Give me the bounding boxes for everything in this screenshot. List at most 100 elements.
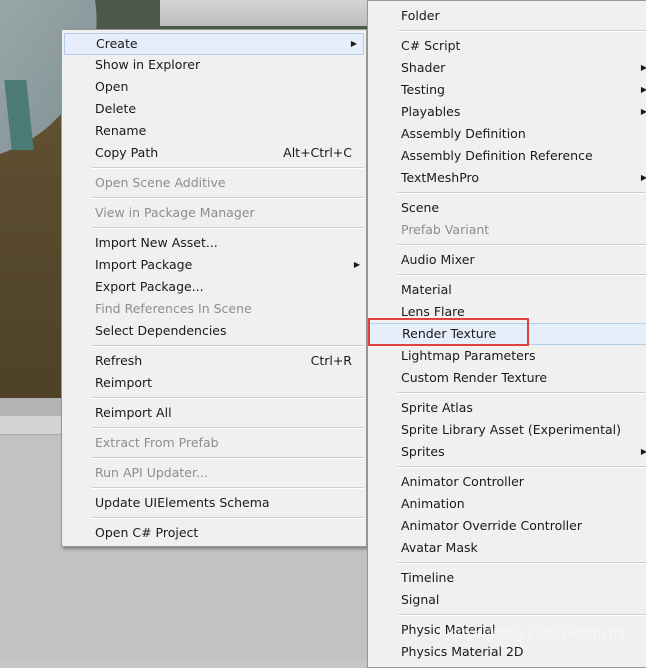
submenu-item-folder[interactable]: Folder xyxy=(368,5,646,27)
menu-separator xyxy=(92,167,364,169)
submenu-item-prefab-variant: Prefab Variant xyxy=(368,219,646,241)
menu-item-label: Import New Asset... xyxy=(95,235,218,250)
menu-separator xyxy=(398,192,646,194)
submenu-item-csharp-script[interactable]: C# Script xyxy=(368,35,646,57)
menu-item-label: Shader xyxy=(401,60,446,75)
menu-item-reimport-all[interactable]: Reimport All xyxy=(62,402,366,424)
submenu-arrow-icon: ▶ xyxy=(640,107,646,116)
menu-item-label: Reimport All xyxy=(95,405,172,420)
menu-item-label: Delete xyxy=(95,101,137,116)
menu-item-delete[interactable]: Delete xyxy=(62,98,366,120)
submenu-item-scene[interactable]: Scene xyxy=(368,197,646,219)
menu-item-label: Sprite Atlas xyxy=(401,400,473,415)
menu-item-label: Rename xyxy=(95,123,147,138)
menu-item-label: Folder xyxy=(401,8,440,23)
menu-item-label: Select Dependencies xyxy=(95,323,227,338)
menu-item-open[interactable]: Open xyxy=(62,76,366,98)
menu-item-label: Import Package xyxy=(95,257,193,272)
menu-separator xyxy=(92,457,364,459)
menu-item-export-package[interactable]: Export Package... xyxy=(62,276,366,298)
menu-item-label: Open xyxy=(95,79,129,94)
menu-item-view-in-package-manager: View in Package Manager xyxy=(62,202,366,224)
menu-item-open-csharp-project[interactable]: Open C# Project xyxy=(62,522,366,544)
menu-item-find-references-in-scene: Find References In Scene xyxy=(62,298,366,320)
menu-item-import-new-asset[interactable]: Import New Asset... xyxy=(62,232,366,254)
submenu-item-sprite-atlas[interactable]: Sprite Atlas xyxy=(368,397,646,419)
menu-separator xyxy=(398,614,646,616)
submenu-item-animator-override-controller[interactable]: Animator Override Controller xyxy=(368,515,646,537)
menu-item-label: Lens Flare xyxy=(401,304,465,319)
menu-item-label: Sprites xyxy=(401,444,445,459)
submenu-item-textmeshpro[interactable]: TextMeshPro ▶ xyxy=(368,167,646,189)
menu-separator xyxy=(398,274,646,276)
menu-separator xyxy=(92,517,364,519)
context-menu: Create ▶ Show in Explorer Open Delete Ren… xyxy=(61,29,367,547)
menu-separator xyxy=(92,427,364,429)
submenu-item-assembly-definition-reference[interactable]: Assembly Definition Reference xyxy=(368,145,646,167)
menu-item-label: Animator Override Controller xyxy=(401,518,582,533)
menu-item-show-in-explorer[interactable]: Show in Explorer xyxy=(62,54,366,76)
menu-item-run-api-updater: Run API Updater... xyxy=(62,462,366,484)
submenu-item-audio-mixer[interactable]: Audio Mixer xyxy=(368,249,646,271)
menu-item-label: Timeline xyxy=(401,570,455,585)
menu-item-label: Reimport xyxy=(95,375,153,390)
submenu-item-assembly-definition[interactable]: Assembly Definition xyxy=(368,123,646,145)
menu-item-label: Extract From Prefab xyxy=(95,435,219,450)
menu-item-reimport[interactable]: Reimport xyxy=(62,372,366,394)
submenu-item-sprite-library-asset[interactable]: Sprite Library Asset (Experimental) xyxy=(368,419,646,441)
menu-separator xyxy=(92,487,364,489)
submenu-item-timeline[interactable]: Timeline xyxy=(368,567,646,589)
submenu-item-animator-controller[interactable]: Animator Controller xyxy=(368,471,646,493)
menu-item-label: Assembly Definition xyxy=(401,126,526,141)
menu-separator xyxy=(398,392,646,394)
submenu-arrow-icon: ▶ xyxy=(353,260,360,269)
annotation-highlight-box xyxy=(368,318,529,346)
menu-item-label: Playables xyxy=(401,104,461,119)
menu-item-label: Material xyxy=(401,282,452,297)
submenu-item-animation[interactable]: Animation xyxy=(368,493,646,515)
menu-item-label: Open C# Project xyxy=(95,525,199,540)
submenu-arrow-icon: ▶ xyxy=(640,63,646,72)
menu-item-label: Assembly Definition Reference xyxy=(401,148,593,163)
submenu-item-material[interactable]: Material xyxy=(368,279,646,301)
menu-item-label: Open Scene Additive xyxy=(95,175,226,190)
menu-item-import-package[interactable]: Import Package ▶ xyxy=(62,254,366,276)
menu-separator xyxy=(92,397,364,399)
menu-item-label: Animator Controller xyxy=(401,474,524,489)
menu-separator xyxy=(92,345,364,347)
menu-separator xyxy=(398,30,646,32)
submenu-arrow-icon: ▶ xyxy=(640,85,646,94)
menu-separator xyxy=(398,466,646,468)
menu-item-label: View in Package Manager xyxy=(95,205,255,220)
submenu-item-shader[interactable]: Shader ▶ xyxy=(368,57,646,79)
menu-item-label: Export Package... xyxy=(95,279,204,294)
menu-item-rename[interactable]: Rename xyxy=(62,120,366,142)
menu-item-label: Show in Explorer xyxy=(95,57,201,72)
submenu-item-physics-material-2d[interactable]: Physics Material 2D xyxy=(368,641,646,663)
menu-item-label: Copy Path xyxy=(95,145,159,160)
menu-item-label: Sprite Library Asset (Experimental) xyxy=(401,422,621,437)
menu-item-copy-path[interactable]: Copy Path Alt+Ctrl+C xyxy=(62,142,366,164)
submenu-item-custom-render-texture[interactable]: Custom Render Texture xyxy=(368,367,646,389)
submenu-item-lightmap-parameters[interactable]: Lightmap Parameters xyxy=(368,345,646,367)
menu-item-label: Find References In Scene xyxy=(95,301,252,316)
menu-item-create[interactable]: Create ▶ xyxy=(64,33,364,55)
menu-separator xyxy=(92,197,364,199)
menu-item-update-uielements-schema[interactable]: Update UIElements Schema xyxy=(62,492,366,514)
menu-item-label: Audio Mixer xyxy=(401,252,475,267)
menu-item-label: Refresh xyxy=(95,353,143,368)
submenu-item-playables[interactable]: Playables ▶ xyxy=(368,101,646,123)
shortcut-label: Alt+Ctrl+C xyxy=(283,145,352,160)
submenu-item-avatar-mask[interactable]: Avatar Mask xyxy=(368,537,646,559)
submenu-item-sprites[interactable]: Sprites ▶ xyxy=(368,441,646,463)
menu-separator xyxy=(398,244,646,246)
submenu-item-signal[interactable]: Signal xyxy=(368,589,646,611)
menu-item-label: Signal xyxy=(401,592,440,607)
menu-item-label: C# Script xyxy=(401,38,461,53)
menu-item-select-dependencies[interactable]: Select Dependencies xyxy=(62,320,366,342)
menu-item-label: TextMeshPro xyxy=(401,170,480,185)
menu-separator xyxy=(92,227,364,229)
submenu-item-testing[interactable]: Testing ▶ xyxy=(368,79,646,101)
menu-item-refresh[interactable]: Refresh Ctrl+R xyxy=(62,350,366,372)
menu-item-open-scene-additive: Open Scene Additive xyxy=(62,172,366,194)
